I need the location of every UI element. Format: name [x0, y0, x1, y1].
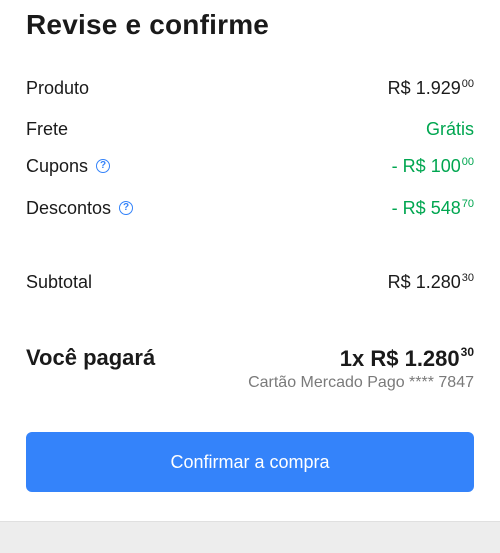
discounts-cents: 70: [461, 197, 474, 210]
shipping-row: Frete Grátis: [26, 115, 474, 143]
product-currency: R$: [387, 77, 411, 98]
product-value: 1.929: [415, 77, 461, 98]
discounts-label: Descontos: [26, 197, 112, 218]
coupons-cents: 00: [461, 155, 474, 168]
discounts-amount: - R$ 54870: [392, 198, 474, 219]
shipping-label: Frete: [26, 118, 69, 139]
discounts-label-group: Descontos ?: [26, 197, 134, 219]
product-amount: R$ 1.92900: [388, 78, 474, 99]
product-label: Produto: [26, 77, 90, 98]
subtotal-value: 1.280: [415, 271, 461, 292]
subtotal-row: Subtotal R$ 1.28030: [26, 268, 474, 296]
discounts-value: 548: [430, 197, 461, 218]
total-installments: 1x R$: [339, 345, 399, 371]
total-amount: 1x R$ 1.28030: [340, 345, 474, 372]
footer-bar: [0, 521, 500, 553]
total-value: 1.280: [404, 345, 460, 371]
total-row: Você pagará 1x R$ 1.28030: [26, 342, 474, 374]
total-label: Você pagará: [26, 345, 156, 370]
page-title: Revise e confirme: [26, 9, 270, 40]
subtotal-amount: R$ 1.28030: [388, 272, 474, 293]
payment-method: Cartão Mercado Pago **** 7847: [248, 374, 474, 391]
discounts-sign: - R$: [391, 197, 426, 218]
subtotal-label: Subtotal: [26, 271, 93, 292]
help-circle-icon[interactable]: ?: [119, 201, 134, 215]
coupons-label: Cupons: [26, 155, 89, 176]
help-circle-icon[interactable]: ?: [96, 159, 111, 173]
product-row: Produto R$ 1.92900: [26, 74, 474, 102]
total-cents: 30: [460, 344, 474, 359]
coupons-sign: - R$: [391, 155, 426, 176]
coupons-label-group: Cupons ?: [26, 155, 111, 177]
coupons-row: Cupons ? - R$ 10000: [26, 152, 474, 180]
shipping-value: Grátis: [425, 118, 474, 139]
coupons-amount: - R$ 10000: [392, 156, 474, 177]
subtotal-cents: 30: [461, 271, 474, 284]
discounts-row: Descontos ? - R$ 54870: [26, 194, 474, 222]
subtotal-currency: R$: [387, 271, 411, 292]
confirm-purchase-button[interactable]: Confirmar a compra: [26, 432, 474, 492]
product-cents: 00: [461, 77, 474, 90]
coupons-value: 100: [430, 155, 461, 176]
